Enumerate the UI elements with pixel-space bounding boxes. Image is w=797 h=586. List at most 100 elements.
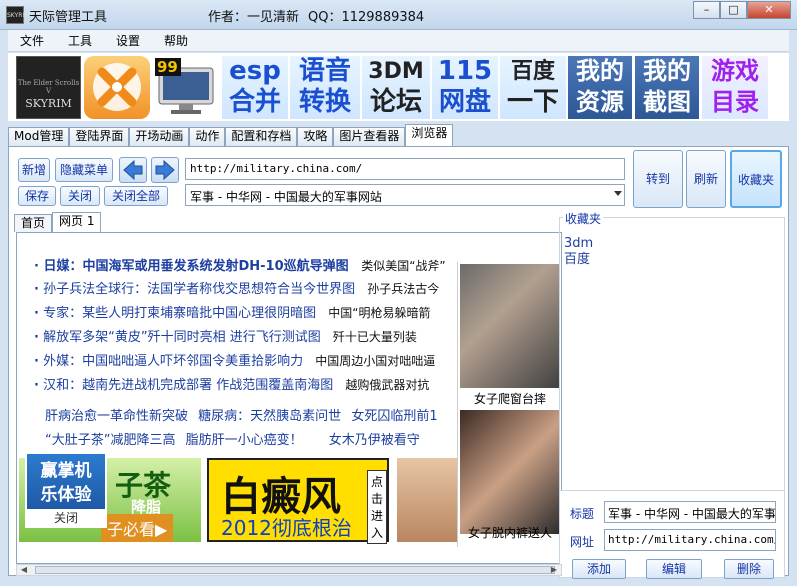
health-link[interactable]: “大肚子茶”减肥降三高 (45, 433, 175, 448)
news-row[interactable]: · 日媒：中国海军或用垂发系统发射DH-10巡航导弹图 类似美国“战斧” (34, 255, 446, 274)
chevron-down-icon (614, 191, 622, 196)
3dm-forum-tile[interactable]: 3DM 论坛 (362, 56, 430, 119)
photo-thumbnail[interactable] (460, 264, 560, 388)
edit-favorite-button[interactable]: 编辑 (646, 559, 702, 579)
tab-browser[interactable]: 浏览器 (405, 124, 454, 146)
baidu-search-tile[interactable]: 百度 一下 (500, 56, 566, 119)
vitiligo-ad[interactable]: 白癜风 2012彻底根治 点击进入 (207, 458, 389, 544)
tab-mod-manager[interactable]: Mod管理 (8, 127, 70, 146)
go-button[interactable]: 转到 (633, 150, 683, 208)
115-netdisk-tile[interactable]: 115 网盘 (432, 56, 498, 119)
favorite-url-field[interactable]: http://military.china.com/ (604, 529, 776, 551)
photo-caption[interactable]: 女子爬窗台摔 (460, 390, 560, 407)
tab-webpage-1[interactable]: 网页 1 (52, 212, 102, 232)
tab-animations[interactable]: 动作 (189, 127, 226, 146)
title-field[interactable]: 军事 - 中华网 - 中国最大的军事 (604, 501, 776, 523)
news-headline[interactable]: 孙子兵法全球行：法国学者称伐交思想符合当今世界图 (43, 282, 355, 297)
forward-button[interactable] (151, 157, 179, 183)
news-row[interactable]: · 外媒：中国咄咄逼人吓坏邻国令美重拾影响力 中国周边小国对咄咄逼 (34, 350, 435, 369)
my-screenshots-line1: 我的 (643, 57, 691, 85)
menu-file[interactable]: 文件 (8, 32, 56, 49)
hide-menu-button[interactable]: 隐藏菜单 (55, 158, 113, 182)
close-all-button[interactable]: 关闭全部 (104, 186, 168, 206)
tab-guides[interactable]: 攻略 (297, 127, 334, 146)
health-link[interactable]: 肝病治愈一革命性新突破 (45, 409, 188, 424)
favorite-item[interactable]: 3dm (564, 236, 593, 252)
news-side-link[interactable]: 歼十已大量列装 (333, 330, 417, 344)
3dm-forum-line1: 3DM (368, 59, 424, 84)
menu-settings[interactable]: 设置 (104, 32, 152, 49)
minimize-button[interactable]: – (693, 1, 720, 19)
monitor-tool-tile[interactable]: 99 (153, 56, 219, 119)
delete-favorite-button[interactable]: 删除 (724, 559, 774, 579)
skyrim-launch-tile[interactable]: The Elder Scrolls V SKYRIM (16, 56, 81, 119)
game-directory-tile[interactable]: 游戏 目录 (702, 56, 768, 119)
news-headline[interactable]: 解放军多架“黄皮”歼十同时亮相 进行飞行测试图 (43, 330, 321, 345)
tab-config-saves[interactable]: 配置和存档 (225, 127, 298, 146)
maximize-button[interactable]: □ (720, 1, 747, 19)
forward-arrow-icon (155, 159, 175, 181)
news-side-link[interactable]: 中国“明枪易躲暗箭 (328, 306, 430, 320)
favorites-panel: 收藏夹 3dm 百度 标题 军事 - 中华网 - 中国最大的军事 网址 http… (559, 210, 785, 579)
news-headline[interactable]: 外媒：中国咄咄逼人吓坏邻国令美重拾影响力 (43, 354, 303, 369)
horizontal-scrollbar[interactable]: ◀ ▶ (16, 564, 562, 576)
news-side-link[interactable]: 孙子兵法古今 (367, 282, 439, 296)
news-side-link[interactable]: 类似美国“战斧” (361, 259, 445, 273)
news-headline[interactable]: 专家：某些人明打柬埔寨暗批中国心理很阴暗图 (43, 306, 316, 321)
refresh-button[interactable]: 刷新 (686, 150, 726, 208)
favorites-button[interactable]: 收藏夹 (730, 150, 782, 208)
news-row[interactable]: · 汉和：越南先进战机完成部署 作战范围覆盖南海图 越购俄武器对抗 (34, 374, 429, 393)
ad-close-button[interactable]: 关闭 (27, 509, 105, 526)
vitiligo-ad-subtitle: 2012彻底根治 (221, 516, 352, 540)
health-link[interactable]: 糖尿病：天然胰岛素问世 (198, 409, 341, 424)
esp-merge-tile[interactable]: esp 合并 (222, 56, 288, 119)
news-side-link[interactable]: 中国周边小国对咄咄逼 (315, 354, 435, 368)
close-window-button[interactable]: ✕ (747, 1, 791, 19)
photo-column: 女子爬窗台摔 女子脱内裤送人 (457, 262, 560, 547)
news-row[interactable]: · 专家：某些人明打柬埔寨暗批中国心理很阴暗图 中国“明枪易躲暗箭 (34, 302, 430, 321)
photo-thumbnail[interactable] (460, 410, 560, 534)
scroll-left-icon[interactable]: ◀ (18, 565, 30, 575)
menu-help[interactable]: 帮助 (152, 32, 200, 49)
news-row[interactable]: · 孙子兵法全球行：法国学者称伐交思想符合当今世界图 孙子兵法古今 (34, 278, 439, 297)
game-directory-line2: 目录 (711, 88, 759, 116)
news-row[interactable]: · 解放军多架“黄皮”歼十同时亮相 进行飞行测试图 歼十已大量列装 (34, 326, 417, 345)
news-side-link[interactable]: 越购俄武器对抗 (345, 378, 429, 392)
news-headline[interactable]: 汉和：越南先进战机完成部署 作战范围覆盖南海图 (43, 378, 333, 393)
title-label: 标题 (570, 507, 595, 521)
scroll-right-icon[interactable]: ▶ (548, 565, 560, 575)
page-title-value: 军事 - 中华网 - 中国最大的军事网站 (190, 190, 382, 204)
main-tab-strip: Mod管理 登陆界面 开场动画 动作 配置和存档 攻略 图片查看器 浏览器 (8, 124, 789, 146)
photo-caption[interactable]: 女子脱内裤送人 (460, 524, 560, 541)
tab-home[interactable]: 首页 (14, 214, 53, 232)
vitiligo-ad-cta[interactable]: 点击进入 (367, 470, 387, 544)
portrait-ad[interactable] (397, 458, 459, 542)
favorites-heading: 收藏夹 (563, 210, 604, 227)
tab-login-screen[interactable]: 登陆界面 (69, 127, 130, 146)
my-screenshots-tile[interactable]: 我的 截图 (635, 56, 699, 119)
save-button[interactable]: 保存 (18, 186, 56, 206)
scroll-thumb[interactable] (35, 566, 555, 574)
favorite-item[interactable]: 百度 (564, 252, 593, 268)
tea-ad[interactable]: 子茶 降脂 子必看▶ 赢掌机 乐体验 关闭 (19, 452, 201, 542)
my-resources-tile[interactable]: 我的 资源 (568, 56, 632, 119)
back-button[interactable] (119, 157, 147, 183)
news-headline[interactable]: 日媒：中国海军或用垂发系统发射DH-10巡航导弹图 (43, 259, 348, 274)
voice-convert-tile[interactable]: 语音 转换 (290, 56, 360, 119)
x-tool-tile[interactable] (84, 56, 150, 119)
tab-image-viewer[interactable]: 图片查看器 (333, 127, 406, 146)
menu-tools[interactable]: 工具 (56, 32, 104, 49)
tab-intro-video[interactable]: 开场动画 (129, 127, 190, 146)
new-button[interactable]: 新增 (18, 158, 50, 182)
tea-ad-cta[interactable]: 子必看▶ (101, 514, 174, 542)
url-input[interactable]: http://military.china.com/ (185, 158, 625, 180)
health-link[interactable]: 女死囚临刑前1 (351, 409, 437, 424)
game-console-ad[interactable]: 赢掌机 乐体验 关闭 (25, 452, 107, 528)
health-link[interactable]: 脂肪肝一小心癌变！ (186, 433, 303, 448)
page-title-select[interactable]: 军事 - 中华网 - 中国最大的军事网站 (185, 184, 625, 206)
add-favorite-button[interactable]: 添加 (572, 559, 626, 579)
my-screenshots-line2: 截图 (643, 88, 691, 116)
close-tab-button[interactable]: 关闭 (60, 186, 100, 206)
health-link[interactable]: 女木乃伊被看守 (329, 433, 420, 448)
esp-merge-line1: esp (229, 56, 281, 86)
